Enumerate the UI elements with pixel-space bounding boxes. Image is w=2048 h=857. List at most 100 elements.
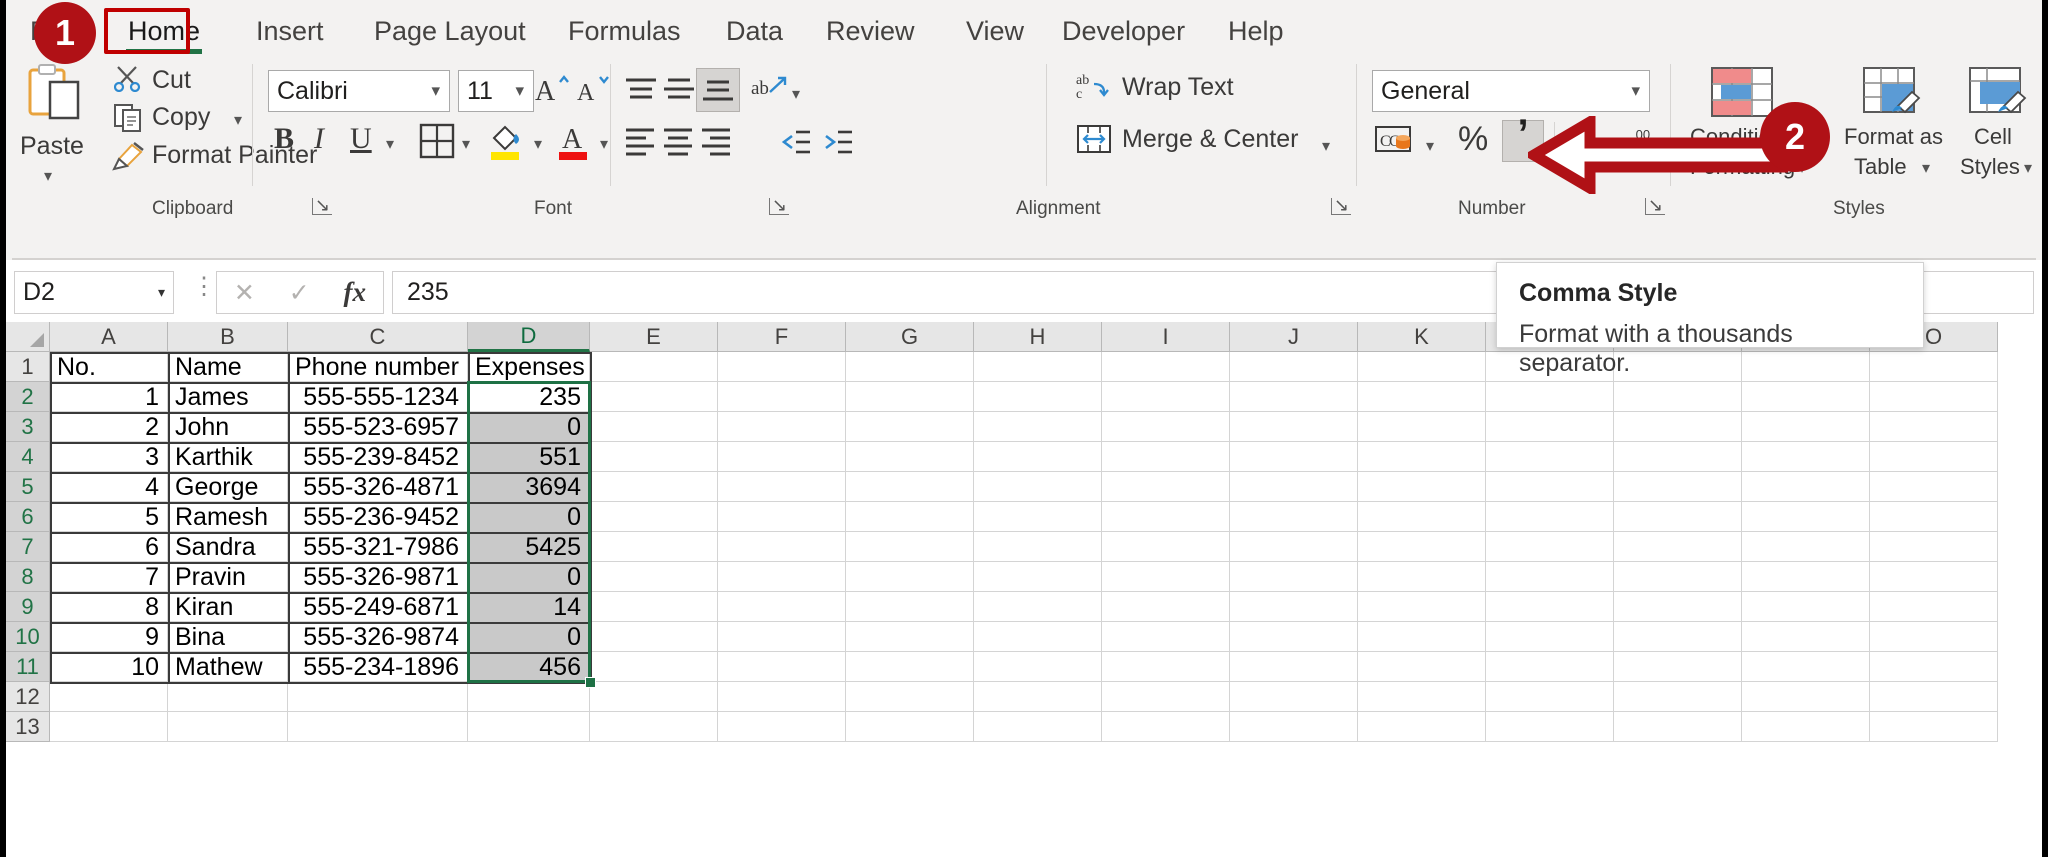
cell-B13[interactable] bbox=[168, 712, 288, 742]
cell-I4[interactable] bbox=[1102, 442, 1230, 472]
ribbon-tab-help[interactable]: Help bbox=[1218, 10, 1294, 52]
enter-icon[interactable]: ✓ bbox=[289, 278, 310, 307]
cell-G6[interactable] bbox=[846, 502, 974, 532]
cell-E11[interactable] bbox=[590, 652, 718, 682]
cell-M8[interactable] bbox=[1614, 562, 1742, 592]
cell-text-B10[interactable]: Bina bbox=[168, 622, 288, 652]
cell-E8[interactable] bbox=[590, 562, 718, 592]
cell-text-B4[interactable]: Karthik bbox=[168, 442, 288, 472]
cell-text-B1[interactable]: Name bbox=[168, 352, 288, 382]
cell-L4[interactable] bbox=[1486, 442, 1614, 472]
row-header-7[interactable]: 7 bbox=[6, 532, 50, 562]
cell-E6[interactable] bbox=[590, 502, 718, 532]
cell-text-D11[interactable]: 456 bbox=[468, 652, 590, 682]
cell-G9[interactable] bbox=[846, 592, 974, 622]
row-header-2[interactable]: 2 bbox=[6, 382, 50, 412]
cell-J11[interactable] bbox=[1230, 652, 1358, 682]
cell-L13[interactable] bbox=[1486, 712, 1614, 742]
row-header-8[interactable]: 8 bbox=[6, 562, 50, 592]
cell-G1[interactable] bbox=[846, 352, 974, 382]
column-header-C[interactable]: C bbox=[288, 322, 468, 352]
fill-color-chevron-down-icon[interactable]: ▾ bbox=[534, 134, 542, 153]
cell-J3[interactable] bbox=[1230, 412, 1358, 442]
ribbon-tab-insert[interactable]: Insert bbox=[246, 10, 334, 52]
align-right-icon[interactable] bbox=[698, 124, 736, 160]
accounting-format-icon[interactable]: C C bbox=[1374, 124, 1416, 158]
cell-O9[interactable] bbox=[1870, 592, 1998, 622]
cell-J2[interactable] bbox=[1230, 382, 1358, 412]
cell-text-A6[interactable]: 5 bbox=[50, 502, 168, 532]
cell-text-C8[interactable]: 555-326-9871 bbox=[288, 562, 468, 592]
cell-A12[interactable] bbox=[50, 682, 168, 712]
cell-M4[interactable] bbox=[1614, 442, 1742, 472]
font-color-chevron-down-icon[interactable]: ▾ bbox=[600, 134, 608, 153]
cell-H13[interactable] bbox=[974, 712, 1102, 742]
decrease-font-size-icon[interactable]: A bbox=[576, 70, 614, 110]
format-as-table-icon[interactable] bbox=[1862, 66, 1922, 118]
align-middle-icon[interactable] bbox=[660, 72, 698, 108]
cell-M6[interactable] bbox=[1614, 502, 1742, 532]
cell-H11[interactable] bbox=[974, 652, 1102, 682]
dialog-launcher-number[interactable]: ↘ bbox=[1645, 196, 1666, 216]
cell-M13[interactable] bbox=[1614, 712, 1742, 742]
cell-text-D4[interactable]: 551 bbox=[468, 442, 590, 472]
align-center-icon[interactable] bbox=[660, 124, 698, 160]
cell-C13[interactable] bbox=[288, 712, 468, 742]
cell-E2[interactable] bbox=[590, 382, 718, 412]
cell-J7[interactable] bbox=[1230, 532, 1358, 562]
cell-G5[interactable] bbox=[846, 472, 974, 502]
cell-text-C4[interactable]: 555-239-8452 bbox=[288, 442, 468, 472]
cancel-icon[interactable]: ✕ bbox=[234, 278, 255, 307]
cell-text-D6[interactable]: 0 bbox=[468, 502, 590, 532]
column-header-F[interactable]: F bbox=[718, 322, 846, 352]
orientation-icon[interactable]: ab bbox=[750, 72, 788, 108]
cell-H2[interactable] bbox=[974, 382, 1102, 412]
ribbon-tab-home[interactable]: Home bbox=[118, 10, 210, 54]
cell-L10[interactable] bbox=[1486, 622, 1614, 652]
cell-L2[interactable] bbox=[1486, 382, 1614, 412]
wrap-text-label[interactable]: Wrap Text bbox=[1122, 75, 1234, 100]
cell-text-A10[interactable]: 9 bbox=[50, 622, 168, 652]
format-painter-icon[interactable] bbox=[110, 142, 144, 172]
cell-text-D5[interactable]: 3694 bbox=[468, 472, 590, 502]
cell-G7[interactable] bbox=[846, 532, 974, 562]
row-header-13[interactable]: 13 bbox=[6, 712, 50, 742]
column-header-E[interactable]: E bbox=[590, 322, 718, 352]
cell-text-A11[interactable]: 10 bbox=[50, 652, 168, 682]
row-header-12[interactable]: 12 bbox=[6, 682, 50, 712]
cell-M2[interactable] bbox=[1614, 382, 1742, 412]
cell-F8[interactable] bbox=[718, 562, 846, 592]
merge-center-icon[interactable] bbox=[1076, 122, 1112, 156]
cell-I3[interactable] bbox=[1102, 412, 1230, 442]
cell-text-D8[interactable]: 0 bbox=[468, 562, 590, 592]
cell-text-C11[interactable]: 555-234-1896 bbox=[288, 652, 468, 682]
column-header-J[interactable]: J bbox=[1230, 322, 1358, 352]
cell-M11[interactable] bbox=[1614, 652, 1742, 682]
cell-J13[interactable] bbox=[1230, 712, 1358, 742]
cell-J1[interactable] bbox=[1230, 352, 1358, 382]
font-name-combo[interactable]: Calibri ▾ bbox=[268, 70, 450, 112]
cell-text-B6[interactable]: Ramesh bbox=[168, 502, 288, 532]
cell-G4[interactable] bbox=[846, 442, 974, 472]
cell-text-B5[interactable]: George bbox=[168, 472, 288, 502]
cell-I10[interactable] bbox=[1102, 622, 1230, 652]
cell-G12[interactable] bbox=[846, 682, 974, 712]
fill-color-icon[interactable] bbox=[488, 120, 526, 162]
cell-L5[interactable] bbox=[1486, 472, 1614, 502]
cell-M7[interactable] bbox=[1614, 532, 1742, 562]
cell-text-B2[interactable]: James bbox=[168, 382, 288, 412]
column-header-D[interactable]: D bbox=[468, 322, 590, 352]
column-header-B[interactable]: B bbox=[168, 322, 288, 352]
cell-F2[interactable] bbox=[718, 382, 846, 412]
paste-label[interactable]: Paste bbox=[20, 134, 84, 159]
cell-N6[interactable] bbox=[1742, 502, 1870, 532]
cell-N9[interactable] bbox=[1742, 592, 1870, 622]
ribbon-tab-data[interactable]: Data bbox=[716, 10, 793, 52]
cell-L8[interactable] bbox=[1486, 562, 1614, 592]
cell-text-A8[interactable]: 7 bbox=[50, 562, 168, 592]
cell-text-C3[interactable]: 555-523-6957 bbox=[288, 412, 468, 442]
cell-E3[interactable] bbox=[590, 412, 718, 442]
merge-center-label[interactable]: Merge & Center bbox=[1122, 127, 1298, 152]
cell-O7[interactable] bbox=[1870, 532, 1998, 562]
align-left-icon[interactable] bbox=[622, 124, 660, 160]
